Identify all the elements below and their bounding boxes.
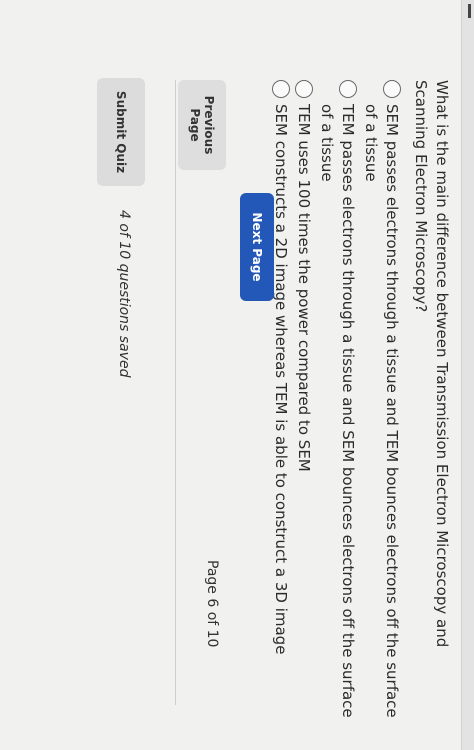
quiz-page: What is the main difference between Tran… <box>0 0 474 750</box>
answer-option-2[interactable]: TEM passes electrons through a tissue an… <box>316 80 358 730</box>
answer-option-label: TEM uses 100 times the power compared to… <box>295 104 313 472</box>
section-divider <box>175 80 176 705</box>
tab-indicator <box>468 4 471 18</box>
browser-top-strip <box>461 0 474 750</box>
previous-page-button[interactable]: Previous Page <box>178 80 226 170</box>
radio-button-icon[interactable] <box>295 80 313 98</box>
answer-option-label: TEM passes electrons through a tissue an… <box>318 104 357 718</box>
answer-option-4[interactable]: SEM constructs a 2D image whereas TEM is… <box>270 80 291 730</box>
answer-option-1[interactable]: SEM passes electrons through a tissue an… <box>360 80 402 730</box>
radio-button-icon[interactable] <box>339 80 357 98</box>
answer-option-label: SEM passes electrons through a tissue an… <box>362 104 401 718</box>
next-page-button[interactable]: Next Page <box>240 193 274 301</box>
saved-status-text: 4 of 10 questions saved <box>116 210 132 378</box>
submit-quiz-button[interactable]: Submit Quiz <box>97 78 145 186</box>
answer-option-3[interactable]: TEM uses 100 times the power compared to… <box>293 80 314 730</box>
answer-options: SEM passes electrons through a tissue an… <box>268 80 402 730</box>
page-indicator: Page 6 of 10 <box>204 560 220 648</box>
radio-button-icon[interactable] <box>272 80 290 98</box>
question-text: What is the main difference between Tran… <box>412 80 451 648</box>
radio-button-icon[interactable] <box>383 80 401 98</box>
